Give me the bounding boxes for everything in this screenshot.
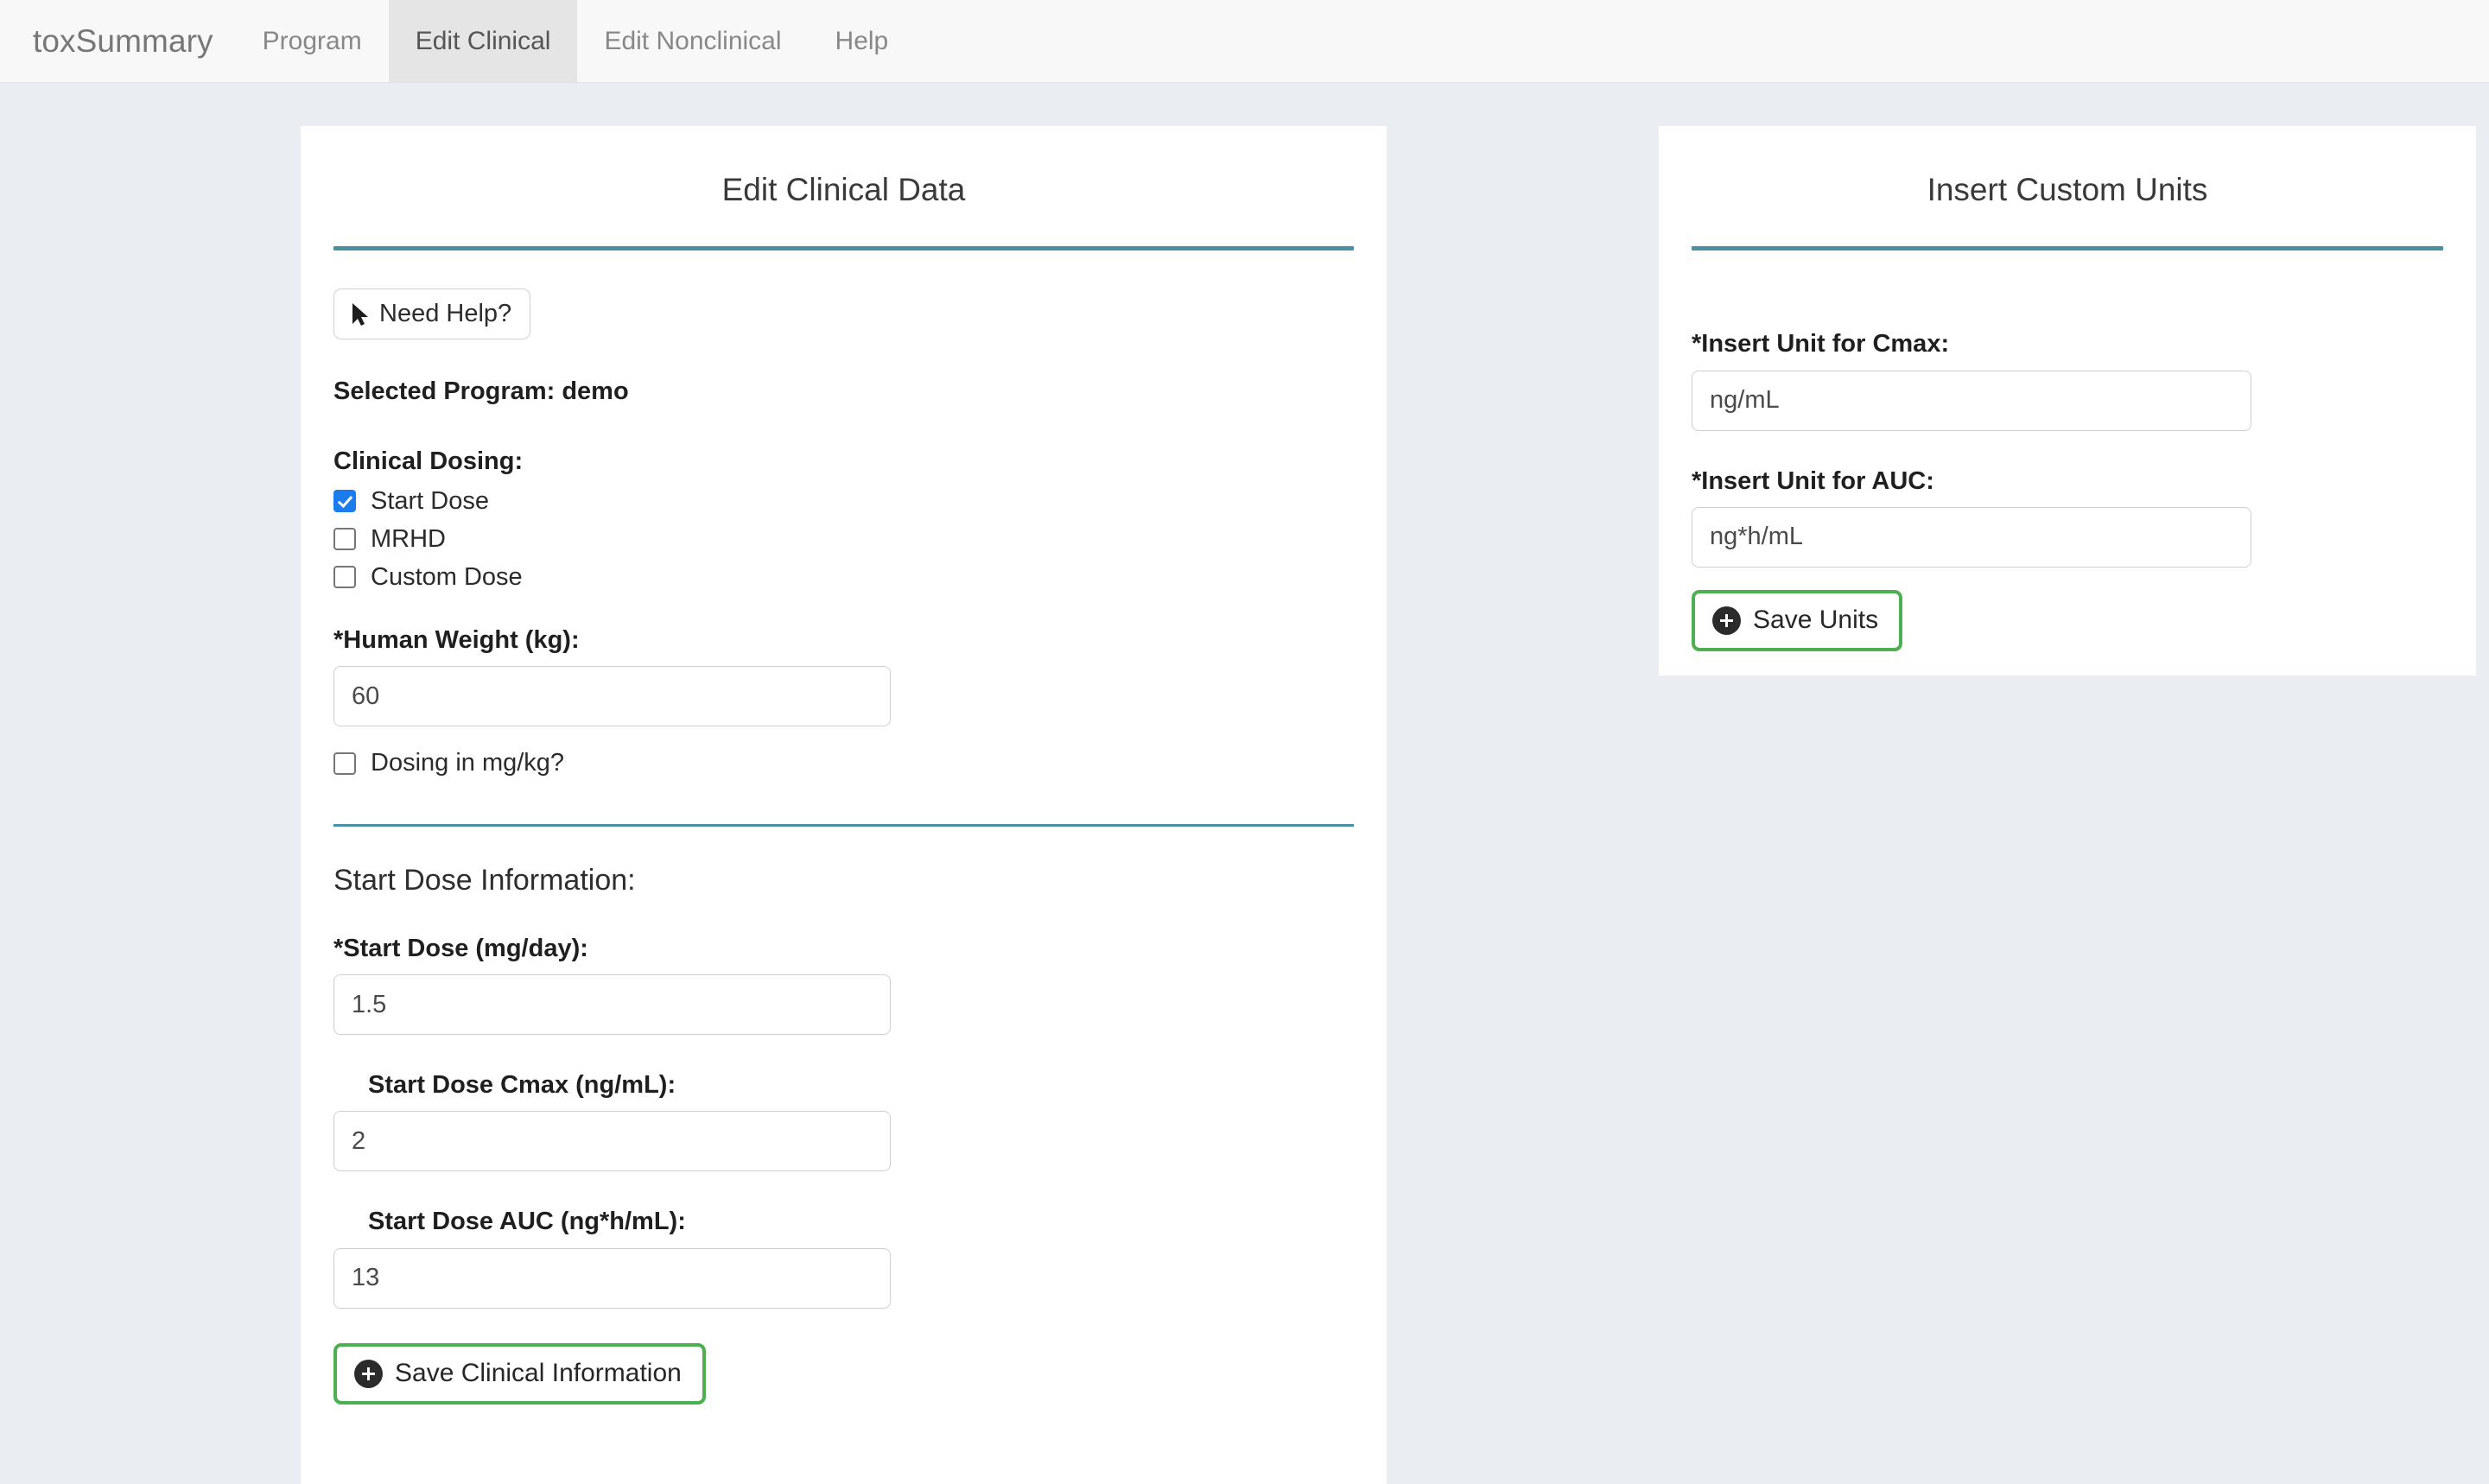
checkbox-row-start-dose[interactable]: Start Dose [333,486,1354,515]
insert-unit-auc-input[interactable] [1692,506,2251,568]
save-clinical-information-button[interactable]: Save Clinical Information [333,1342,706,1405]
edit-clinical-card: Edit Clinical Data Need Help? Selected P… [301,126,1387,1484]
start-dose-input[interactable] [333,974,891,1036]
mouse-pointer-icon [351,302,370,327]
nav-item-edit-nonclinical[interactable]: Edit Nonclinical [577,0,808,82]
start-dose-auc-input[interactable] [333,1247,891,1309]
checkbox-row-dosing-mgkg[interactable]: Dosing in mg/kg? [333,751,1354,776]
checkbox-row-custom-dose[interactable]: Custom Dose [333,562,1354,591]
brand-logo[interactable]: toxSummary [0,0,236,82]
save-clinical-information-label: Save Clinical Information [395,1359,682,1388]
save-units-button[interactable]: Save Units [1692,589,1903,651]
page-title: Edit Clinical Data [721,172,966,207]
primary-nav: Program Edit Clinical Edit Nonclinical H… [236,0,916,82]
top-navbar: toxSummary Program Edit Clinical Edit No… [0,0,2489,83]
save-units-label: Save Units [1753,606,1879,635]
nav-item-program[interactable]: Program [236,0,389,82]
page-body: Edit Clinical Data Need Help? Selected P… [0,83,2489,1484]
units-title-divider [1692,246,2443,251]
clinical-dosing-label: Clinical Dosing: [333,447,524,475]
start-dose-label: *Start Dose (mg/day): [333,934,588,962]
insert-unit-cmax-input[interactable] [1692,370,2251,431]
human-weight-label: *Human Weight (kg): [333,625,580,654]
plus-circle-icon [1712,606,1741,635]
checkbox-label-custom-dose: Custom Dose [371,562,523,591]
checkbox-row-mrhd[interactable]: MRHD [333,524,1354,553]
selected-program-text: Selected Program: demo [333,377,629,406]
title-divider [333,246,1354,251]
start-dose-section-heading: Start Dose Information: [333,864,636,897]
checkbox-label-mrhd: MRHD [371,524,446,553]
checkbox-label-dosing-mgkg: Dosing in mg/kg? [371,749,565,777]
plus-circle-icon [354,1359,383,1388]
need-help-button[interactable]: Need Help? [333,289,531,340]
section-divider [333,824,1354,828]
start-dose-cmax-input[interactable] [333,1111,891,1172]
start-dose-cmax-label: Start Dose Cmax (ng/mL): [368,1071,676,1100]
insert-custom-units-card: Insert Custom Units *Insert Unit for Cma… [1659,126,2476,675]
checkbox-label-start-dose: Start Dose [371,486,489,515]
units-card-title: Insert Custom Units [1927,172,2208,207]
nav-item-help[interactable]: Help [809,0,916,82]
start-dose-auc-label: Start Dose AUC (ng*h/mL): [368,1208,686,1236]
human-weight-input[interactable] [333,666,891,727]
checkbox-start-dose[interactable] [333,490,356,513]
need-help-label: Need Help? [379,300,512,328]
nav-item-edit-clinical[interactable]: Edit Clinical [388,0,578,82]
insert-unit-cmax-label: *Insert Unit for Cmax: [1692,330,1950,358]
insert-unit-auc-label: *Insert Unit for AUC: [1692,466,1934,495]
checkbox-dosing-mgkg[interactable] [333,752,356,775]
checkbox-mrhd[interactable] [333,528,356,551]
checkbox-custom-dose[interactable] [333,566,356,589]
